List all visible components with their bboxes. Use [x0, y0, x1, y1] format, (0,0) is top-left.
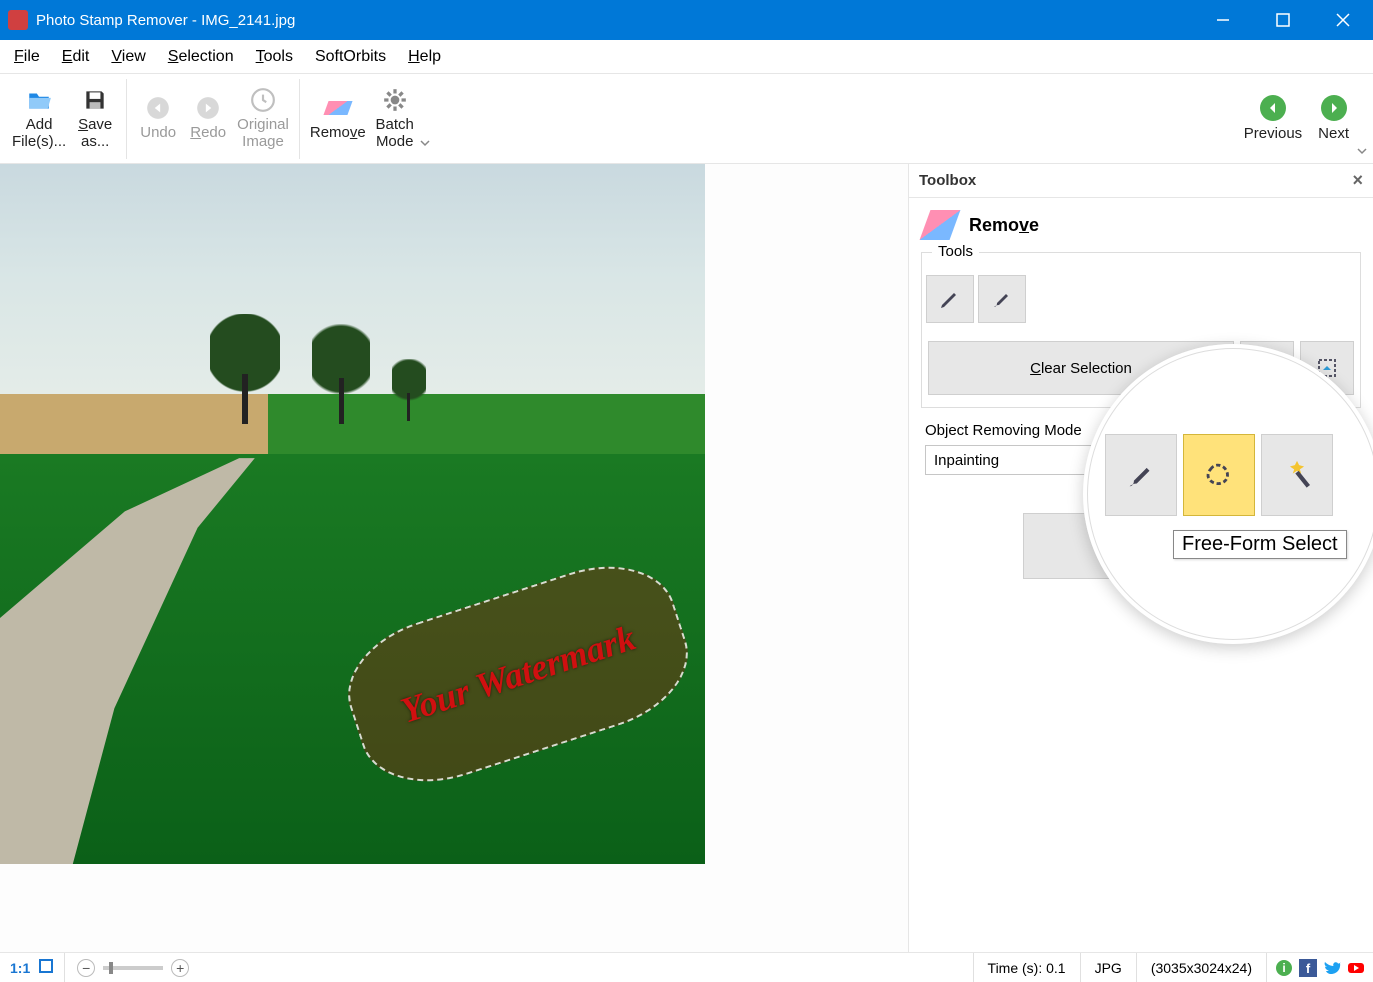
twitter-icon[interactable] — [1323, 959, 1341, 977]
zoom-in-button[interactable]: + — [171, 959, 189, 977]
menubar: File Edit View Selection Tools SoftOrbit… — [0, 40, 1373, 74]
toolbar: AddFile(s)... Saveas... Undo Redo Origin… — [0, 74, 1373, 164]
tool-pencil[interactable] — [926, 275, 974, 323]
batch-mode-button[interactable]: BatchMode — [370, 85, 420, 152]
toolbar-overflow-right-icon[interactable] — [1357, 143, 1367, 161]
original-image-button[interactable]: OriginalImage — [233, 85, 293, 152]
panel-header: Toolbox × — [909, 164, 1373, 198]
gear-icon — [382, 87, 408, 113]
tooltip: Free-Form Select — [1173, 530, 1347, 559]
panel-close-icon[interactable]: × — [1352, 170, 1363, 191]
mag-tool-brush[interactable] — [1105, 434, 1177, 516]
svg-text:i: i — [1282, 961, 1285, 975]
magnifier-overlay: Free-Form Select — [1083, 344, 1373, 644]
zoom-out-button[interactable]: − — [77, 959, 95, 977]
status-dimensions: (3035x3024x24) — [1136, 953, 1266, 982]
undo-icon — [145, 95, 171, 121]
zoom-track[interactable] — [103, 966, 163, 970]
youtube-icon[interactable] — [1347, 959, 1365, 977]
toolbar-overflow-icon[interactable] — [420, 135, 430, 153]
canvas[interactable]: Your Watermark — [0, 164, 908, 952]
remove-button[interactable]: Remove — [306, 93, 370, 144]
next-button[interactable]: Next — [1310, 93, 1357, 144]
arrow-left-icon — [1260, 95, 1286, 121]
redo-icon — [195, 95, 221, 121]
redo-button[interactable]: Redo — [183, 93, 233, 144]
watermark-text: Your Watermark — [396, 616, 641, 731]
tool-brush[interactable] — [978, 275, 1026, 323]
previous-button[interactable]: Previous — [1236, 93, 1310, 144]
statusbar: 1:1 − + Time (s): 0.1 JPG (3035x3024x24)… — [0, 952, 1373, 982]
toolbox-panel: Toolbox × Remove Tools Clear Selection O… — [908, 164, 1373, 952]
titlebar: Photo Stamp Remover - IMG_2141.jpg — [0, 0, 1373, 40]
menu-file[interactable]: File — [14, 48, 40, 66]
menu-selection[interactable]: Selection — [168, 48, 234, 66]
menu-help[interactable]: Help — [408, 48, 441, 66]
clock-icon — [250, 87, 276, 113]
zoom-ratio[interactable]: 1:1 — [10, 960, 30, 976]
eraser-icon — [325, 95, 351, 121]
facebook-icon[interactable]: f — [1299, 959, 1317, 977]
arrow-right-icon — [1321, 95, 1347, 121]
window-title: Photo Stamp Remover - IMG_2141.jpg — [36, 12, 1193, 29]
zoom-slider[interactable]: − + — [65, 959, 201, 977]
minimize-button[interactable] — [1193, 0, 1253, 40]
eraser-icon — [920, 210, 961, 240]
svg-text:f: f — [1306, 961, 1311, 976]
fit-screen-icon[interactable] — [38, 958, 54, 977]
status-format: JPG — [1080, 953, 1136, 982]
maximize-button[interactable] — [1253, 0, 1313, 40]
status-time: Time (s): 0.1 — [973, 953, 1080, 982]
menu-softorbits[interactable]: SoftOrbits — [315, 48, 386, 66]
info-icon[interactable]: i — [1275, 959, 1293, 977]
menu-view[interactable]: View — [111, 48, 145, 66]
folder-open-icon — [26, 87, 52, 113]
add-files-button[interactable]: AddFile(s)... — [8, 85, 70, 152]
app-icon — [8, 10, 28, 30]
content-area: Your Watermark Toolbox × Remove Tools Cl… — [0, 164, 1373, 952]
mag-tool-magic-wand[interactable] — [1261, 434, 1333, 516]
menu-edit[interactable]: Edit — [62, 48, 90, 66]
panel-title: Toolbox — [919, 172, 976, 189]
mag-tool-freeform-select[interactable] — [1183, 434, 1255, 516]
tools-label: Tools — [932, 243, 979, 260]
save-as-button[interactable]: Saveas... — [70, 85, 120, 152]
undo-button[interactable]: Undo — [133, 93, 183, 144]
save-icon — [82, 87, 108, 113]
photo-preview: Your Watermark — [0, 164, 705, 864]
menu-tools[interactable]: Tools — [256, 48, 293, 66]
close-button[interactable] — [1313, 0, 1373, 40]
